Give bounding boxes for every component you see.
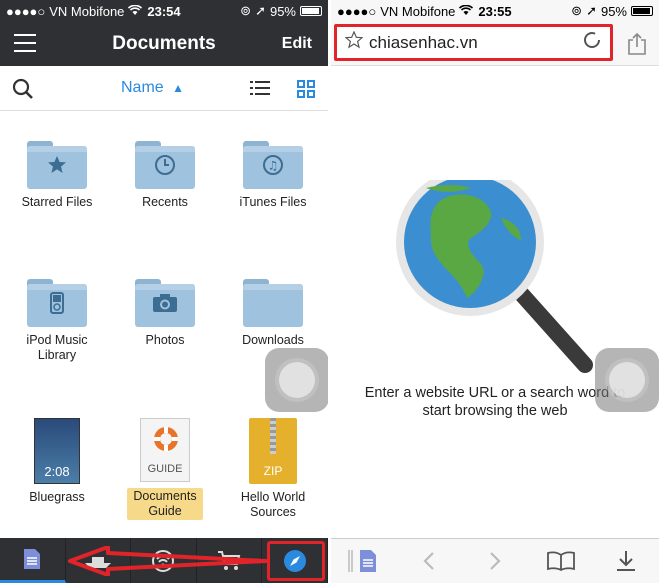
bookmarks-button[interactable] (528, 551, 594, 571)
signal-icon: ●●●●○ (337, 3, 377, 19)
folder-icon (243, 279, 303, 327)
search-icon[interactable] (12, 78, 34, 105)
assistive-touch-button[interactable] (595, 348, 659, 412)
url-text: chiasenhac.vn (369, 32, 478, 52)
documents-screen: ●●●●○ VN Mobifone 23:54 ⊚ ➚ 95% Document… (0, 0, 328, 583)
battery-percent: 95% (269, 3, 296, 19)
grid-item-ipod-library[interactable]: iPod Music Library (3, 279, 111, 363)
red-highlight-box (267, 541, 325, 581)
edit-button[interactable]: Edit (282, 35, 312, 53)
documents-tab-icon (24, 549, 41, 569)
item-label-line2: Guide (148, 504, 182, 518)
video-duration: 2:08 (44, 464, 70, 479)
rotation-lock-icon: ⊚ (571, 3, 583, 18)
zip-icon: ZIP (249, 418, 297, 484)
grid-item-starred[interactable]: Starred Files (3, 141, 111, 210)
star-folder-icon (27, 141, 87, 189)
item-label: Recents (142, 195, 188, 209)
sort-label: Name (121, 79, 164, 96)
red-arrow-annotation (68, 546, 268, 576)
carrier: ●●●●○ VN Mobifone (6, 3, 143, 19)
svg-text:♫: ♫ (268, 159, 279, 173)
back-button[interactable] (397, 551, 463, 571)
loading-icon[interactable] (582, 30, 602, 55)
download-icon (617, 551, 636, 571)
sort-by-name-button[interactable]: Name ▲ (121, 79, 184, 97)
carrier-name: VN Mobifone (380, 3, 456, 19)
menu-icon[interactable] (14, 34, 36, 52)
browser-toolbar (331, 538, 659, 583)
item-label-line1: iPod Music (26, 333, 88, 347)
address-bar-row: chiasenhac.vn (331, 22, 659, 66)
music-folder-icon: ♫ (243, 141, 303, 189)
item-label: Documents Guide (111, 488, 219, 520)
tab-documents[interactable] (0, 538, 66, 583)
grid-item-photos[interactable]: Photos (111, 279, 219, 348)
location-icon: ➚ (255, 3, 266, 18)
chevron-right-icon (490, 552, 501, 570)
grid-item-itunes[interactable]: ♫ iTunes Files (219, 141, 327, 210)
downloads-button[interactable] (593, 550, 659, 572)
battery-percent: 95% (600, 3, 627, 19)
lifebuoy-icon: GUIDE (140, 418, 190, 482)
status-time: 23:55 (478, 3, 512, 19)
item-label: Bluegrass (29, 490, 85, 504)
list-view-icon[interactable] (250, 80, 270, 101)
ipod-folder-icon (27, 279, 87, 327)
hint-line1: Enter a website URL or a search word to (364, 385, 626, 401)
wifi-icon (459, 4, 474, 19)
carrier: ●●●●○ VN Mobifone (337, 3, 474, 19)
item-label-line1: Documents (133, 489, 197, 503)
assistive-touch-button[interactable] (265, 348, 328, 412)
hint-line2: start browsing the web (422, 403, 568, 419)
share-icon[interactable] (627, 32, 647, 61)
item-label: Starred Files (21, 195, 93, 209)
guide-thumb-text: GUIDE (147, 463, 183, 475)
document-icon (348, 550, 376, 572)
book-icon (546, 551, 575, 571)
item-label-line1: Hello World (240, 490, 306, 504)
grid-item-downloads[interactable]: Downloads (219, 279, 327, 348)
item-label: Hello World Sources (219, 490, 327, 520)
location-icon: ➚ (586, 3, 597, 18)
video-thumbnail: 2:08 (34, 418, 80, 484)
nav-bar: Documents Edit (0, 22, 328, 66)
zip-thumb-text: ZIP (263, 464, 283, 478)
item-label: iPod Music Library (3, 333, 111, 363)
page-title: Documents (112, 33, 216, 54)
grid-item-hello-world-sources[interactable]: ZIP Hello World Sources (219, 418, 327, 520)
browser-screen: ●●●●○ VN Mobifone 23:55 ⊚ ➚ 95% chiasenh… (331, 0, 659, 583)
clock-folder-icon (135, 141, 195, 189)
chevron-left-icon (423, 552, 435, 570)
item-label: Downloads (242, 333, 304, 347)
battery-icon (631, 6, 653, 16)
grid-item-recents[interactable]: Recents (111, 141, 219, 210)
status-time: 23:54 (147, 3, 181, 19)
grid-item-documents-guide[interactable]: GUIDE Documents Guide (111, 418, 219, 520)
item-label: Photos (145, 333, 185, 347)
sort-bar: Name ▲ (0, 66, 328, 111)
battery-icon (300, 6, 322, 16)
status-bar: ●●●●○ VN Mobifone 23:54 ⊚ ➚ 95% (0, 0, 328, 22)
item-label-line2: Sources (250, 505, 296, 519)
signal-icon: ●●●●○ (6, 3, 46, 19)
rotation-lock-icon: ⊚ (240, 3, 252, 18)
chevron-up-icon: ▲ (172, 81, 185, 95)
grid-item-bluegrass[interactable]: 2:08 Bluegrass (3, 418, 111, 505)
selected-label: Documents Guide (127, 488, 203, 520)
grid-view-icon[interactable] (297, 80, 315, 103)
camera-folder-icon (135, 279, 195, 327)
forward-button[interactable] (462, 551, 528, 571)
star-icon[interactable] (344, 30, 364, 54)
back-to-documents-button[interactable] (331, 548, 397, 574)
carrier-name: VN Mobifone (49, 3, 125, 19)
item-label: iTunes Files (239, 195, 307, 209)
file-grid: Starred Files Recents ♫ iTunes Files iPo… (0, 111, 328, 536)
url-field[interactable]: chiasenhac.vn (334, 24, 613, 61)
wifi-icon (128, 4, 143, 19)
status-bar: ●●●●○ VN Mobifone 23:55 ⊚ ➚ 95% (331, 0, 659, 22)
item-label-line2: Library (37, 348, 77, 362)
